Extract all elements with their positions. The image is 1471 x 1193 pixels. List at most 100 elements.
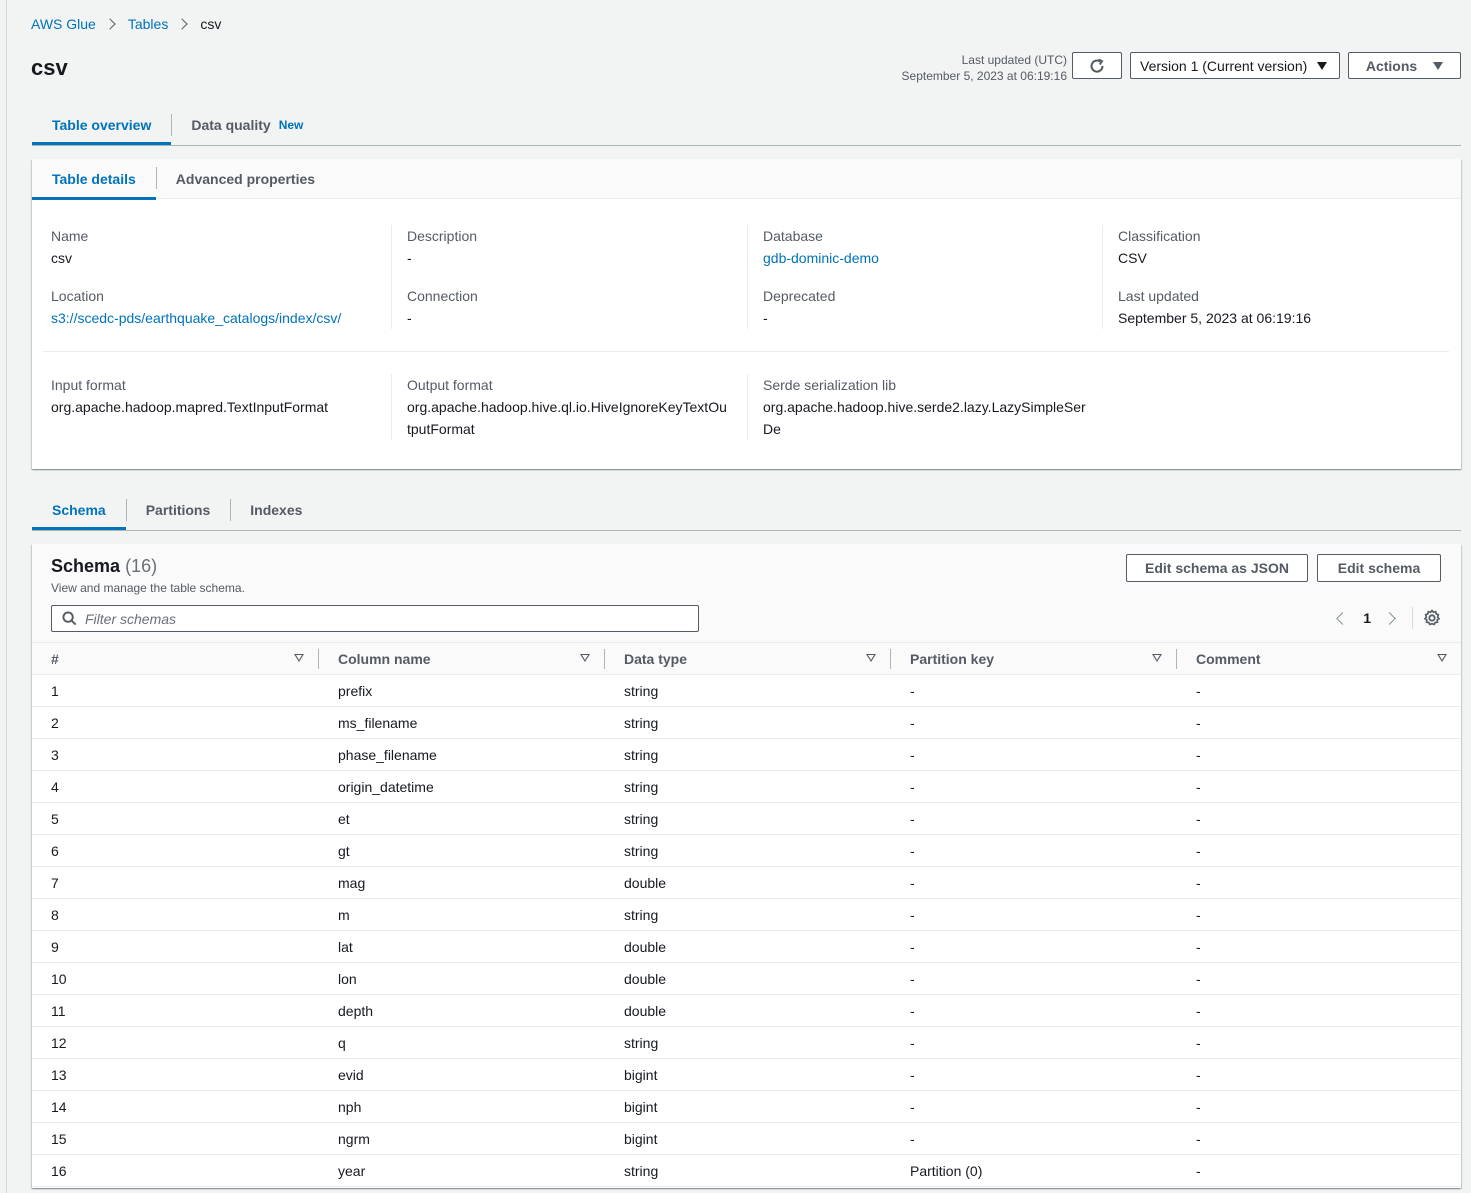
cell-column-name: depth xyxy=(318,994,604,1027)
filter-schemas-input[interactable] xyxy=(85,610,645,627)
actions-button[interactable]: Actions xyxy=(1348,52,1461,79)
cell-partition-key: - xyxy=(890,1026,1176,1059)
table-row: 11 depth double - - xyxy=(32,994,1461,1027)
tab-data-quality[interactable]: Data quality New xyxy=(171,106,323,144)
table-header-row: # Column name Data type Partition key Co… xyxy=(32,642,1461,675)
next-page-icon[interactable] xyxy=(1383,611,1396,625)
cell-partition-key: - xyxy=(890,738,1176,771)
cell-index: 3 xyxy=(32,738,318,771)
cell-comment: - xyxy=(1176,930,1461,963)
schema-table: # Column name Data type Partition key Co… xyxy=(32,642,1461,1187)
cell-data-type: bigint xyxy=(604,1058,890,1091)
table-row: 10 lon double - - xyxy=(32,962,1461,995)
cell-data-type: bigint xyxy=(604,1122,890,1155)
refresh-button[interactable] xyxy=(1072,52,1122,79)
cell-data-type: bigint xyxy=(604,1090,890,1123)
tab-table-details[interactable]: Table details xyxy=(32,159,156,200)
column-header-partition-key[interactable]: Partition key xyxy=(890,642,1176,675)
tab-partitions[interactable]: Partitions xyxy=(125,491,231,529)
schema-description: View and manage the table schema. xyxy=(51,581,245,595)
field-value: org.apache.hadoop.hive.serde2.lazy.LazyS… xyxy=(763,399,1086,437)
breadcrumb-aws-glue[interactable]: AWS Glue xyxy=(31,16,96,32)
cell-partition-key: - xyxy=(890,770,1176,803)
table-details-panel: Table details Advanced properties Name c… xyxy=(32,159,1461,469)
field-label: Connection xyxy=(407,288,478,304)
last-updated-label: Last updated (UTC) xyxy=(961,53,1067,67)
cell-partition-key: - xyxy=(890,674,1176,707)
cell-column-name: et xyxy=(318,802,604,835)
field-value: org.apache.hadoop.hive.ql.io.HiveIgnoreK… xyxy=(407,399,727,437)
gear-icon[interactable] xyxy=(1423,609,1441,627)
tab-label: Schema xyxy=(52,502,106,518)
column-header-comment[interactable]: Comment xyxy=(1176,642,1461,675)
cell-index: 4 xyxy=(32,770,318,803)
sort-icon[interactable] xyxy=(580,654,590,662)
cell-comment: - xyxy=(1176,994,1461,1027)
cell-partition-key: - xyxy=(890,834,1176,867)
field-label: Deprecated xyxy=(763,288,836,304)
column-header-label: Column name xyxy=(338,650,431,667)
breadcrumb-tables[interactable]: Tables xyxy=(128,16,168,32)
cell-index: 15 xyxy=(32,1122,318,1155)
section-divider xyxy=(43,351,1449,352)
field-label: Serde serialization lib xyxy=(763,377,897,393)
location-link[interactable]: s3://scedc-pds/earthquake_catalogs/index… xyxy=(51,310,341,326)
detail-tabs: Table details Advanced properties xyxy=(32,159,1461,200)
column-header-label: Comment xyxy=(1196,650,1261,667)
cell-data-type: string xyxy=(604,802,890,835)
cell-data-type: double xyxy=(604,930,890,963)
field-label: Description xyxy=(407,228,478,244)
edit-schema-json-button[interactable]: Edit schema as JSON xyxy=(1126,554,1308,582)
sort-icon[interactable] xyxy=(294,654,304,662)
field-value: - xyxy=(763,310,768,326)
sort-icon[interactable] xyxy=(1152,654,1162,662)
actions-label: Actions xyxy=(1365,57,1418,74)
cell-partition-key: Partition (0) xyxy=(890,1154,1176,1187)
previous-page-icon[interactable] xyxy=(1336,611,1350,625)
cell-comment: - xyxy=(1176,1154,1461,1187)
sort-icon[interactable] xyxy=(1437,654,1447,662)
tab-advanced-properties[interactable]: Advanced properties xyxy=(155,159,335,199)
column-header-index[interactable]: # xyxy=(32,642,318,675)
tabs-divider xyxy=(32,530,1461,531)
cell-partition-key: - xyxy=(890,802,1176,835)
page-number[interactable]: 1 xyxy=(1363,610,1371,626)
field-value: - xyxy=(407,250,412,266)
field-input-format: Input format org.apache.hadoop.mapred.Te… xyxy=(51,374,381,418)
tab-schema[interactable]: Schema xyxy=(32,491,126,530)
new-badge: New xyxy=(278,118,304,132)
cell-partition-key: - xyxy=(890,1122,1176,1155)
field-label: Database xyxy=(763,228,823,244)
last-updated-info: Last updated (UTC) September 5, 2023 at … xyxy=(902,52,1067,84)
field-label: Location xyxy=(51,288,104,304)
table-row: 4 origin_datetime string - - xyxy=(32,770,1461,803)
chevron-right-icon xyxy=(104,18,116,30)
cell-index: 14 xyxy=(32,1090,318,1123)
tab-table-overview[interactable]: Table overview xyxy=(32,106,172,145)
column-header-column-name[interactable]: Column name xyxy=(318,642,604,675)
field-location: Location s3://scedc-pds/earthquake_catal… xyxy=(51,285,391,329)
sort-icon[interactable] xyxy=(866,654,876,662)
field-label: Output format xyxy=(407,377,493,393)
cell-data-type: double xyxy=(604,994,890,1027)
cell-column-name: lat xyxy=(318,930,604,963)
edit-schema-button[interactable]: Edit schema xyxy=(1317,554,1441,582)
cell-column-name: ngrm xyxy=(318,1122,604,1155)
tab-label: Table overview xyxy=(52,117,152,133)
cell-partition-key: - xyxy=(890,1090,1176,1123)
cell-index: 1 xyxy=(32,674,318,707)
table-row: 8 m string - - xyxy=(32,898,1461,931)
column-header-data-type[interactable]: Data type xyxy=(604,642,890,675)
cell-index: 12 xyxy=(32,1026,318,1059)
version-select[interactable]: Version 1 (Current version) xyxy=(1130,52,1340,79)
table-row: 1 prefix string - - xyxy=(32,674,1461,707)
pager-divider xyxy=(1412,607,1413,629)
database-link[interactable]: gdb-dominic-demo xyxy=(763,250,879,266)
cell-comment: - xyxy=(1176,1090,1461,1123)
cell-data-type: string xyxy=(604,738,890,771)
tab-indexes[interactable]: Indexes xyxy=(230,491,322,529)
tab-label: Advanced properties xyxy=(175,170,316,187)
cell-comment: - xyxy=(1176,706,1461,739)
field-output-format: Output format org.apache.hadoop.hive.ql.… xyxy=(407,374,729,440)
cell-index: 16 xyxy=(32,1154,318,1187)
